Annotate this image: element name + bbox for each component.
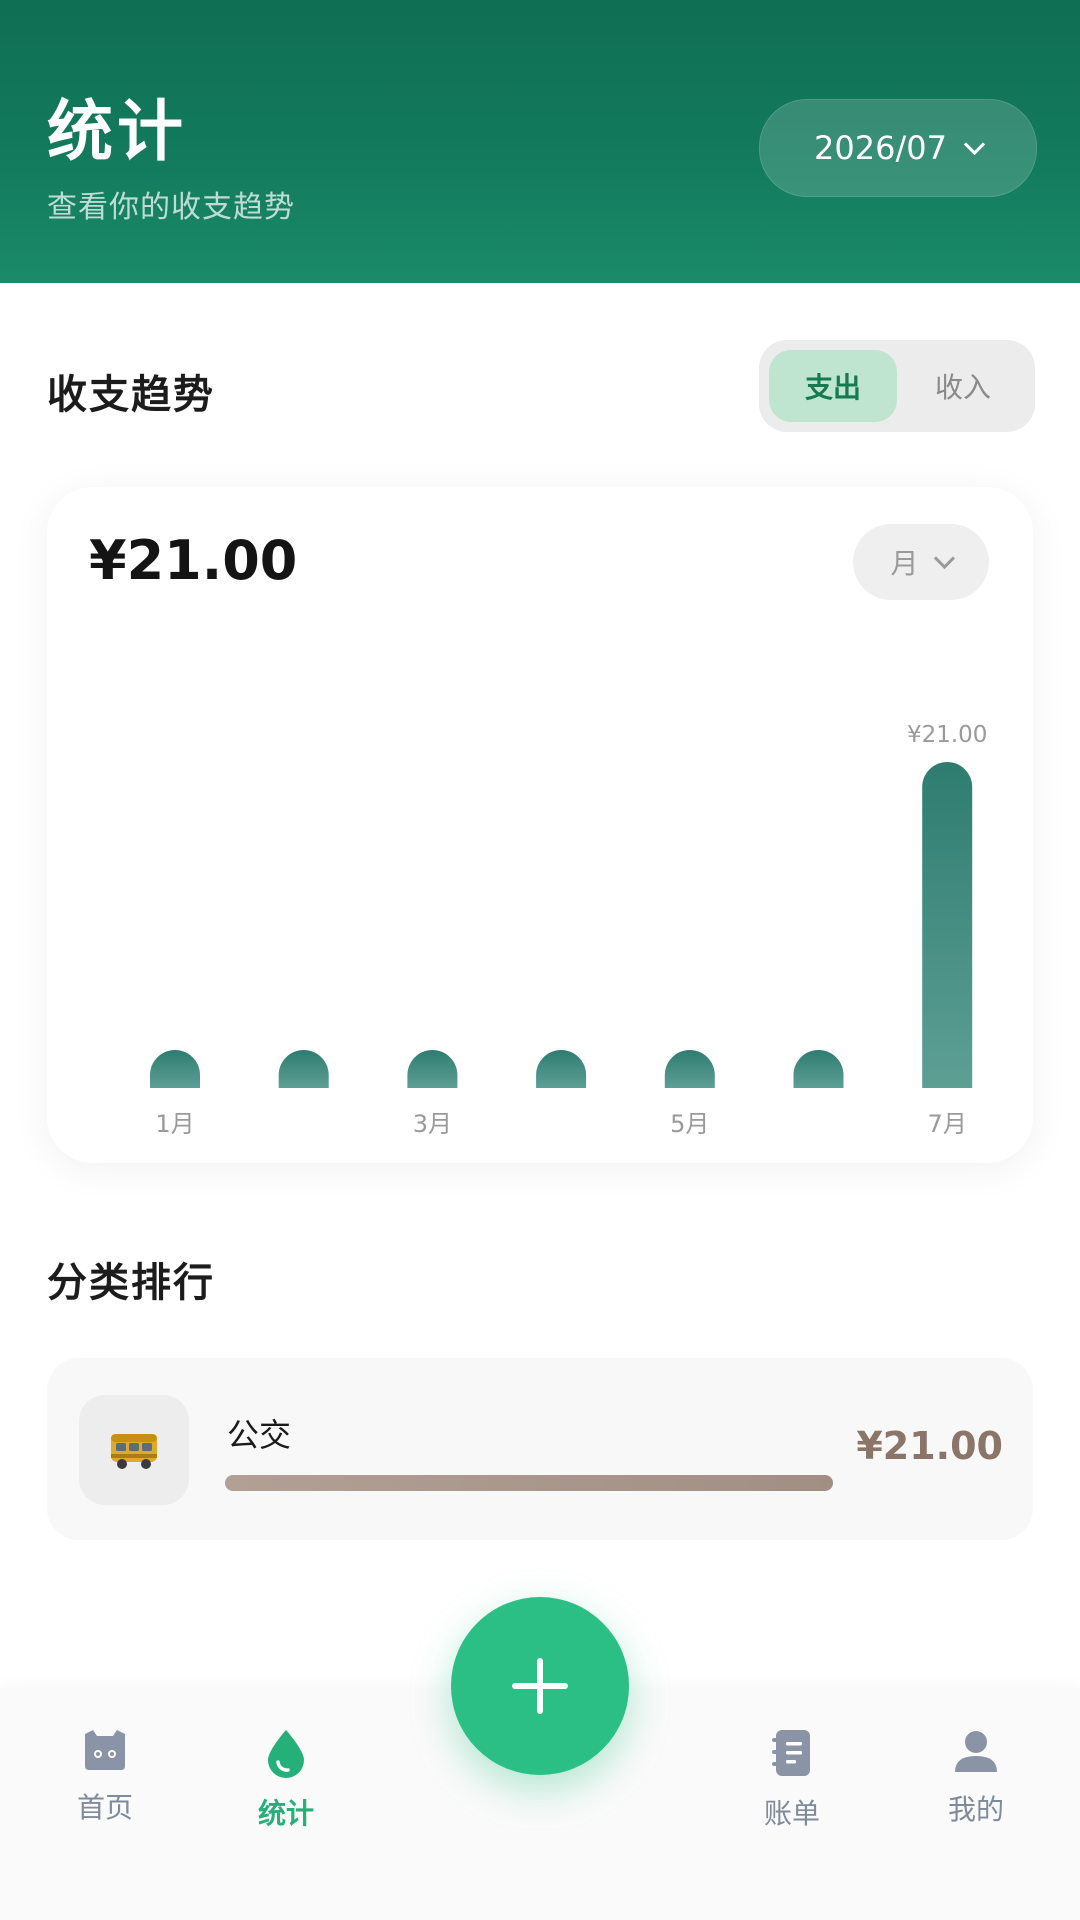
category-icon-box <box>79 1395 189 1505</box>
bus-icon <box>111 1434 157 1469</box>
type-toggle: 支出 收入 <box>759 340 1035 432</box>
chart-bar <box>922 762 973 1088</box>
chart-bar <box>793 1050 844 1088</box>
tab-home[interactable]: 首页 <box>35 1728 175 1826</box>
x-tick-label: 7月 <box>928 1110 967 1138</box>
category-share-bar <box>225 1475 833 1491</box>
chart-bar <box>664 1050 715 1088</box>
category-share-track <box>225 1475 833 1491</box>
chart-bar <box>536 1050 587 1088</box>
toggle-income[interactable]: 收入 <box>899 350 1027 422</box>
plus-icon <box>512 1658 568 1714</box>
month-picker-value: 2026/07 <box>814 129 947 167</box>
page-title: 统计 <box>47 93 187 170</box>
notebook-icon <box>772 1730 810 1776</box>
tab-profile-label: 我的 <box>947 1793 1004 1826</box>
chart-bar <box>407 1050 458 1088</box>
tab-bills[interactable]: 账单 <box>722 1728 862 1832</box>
month-picker-button[interactable]: 2026/07 <box>759 99 1037 197</box>
add-record-button[interactable] <box>451 1597 629 1775</box>
trend-chart-card: ¥21.00 月 1月 3月 5月 7月 ¥21.00 <box>47 487 1033 1163</box>
bar-value-label: ¥21.00 <box>907 722 987 748</box>
x-tick-label: 5月 <box>670 1110 709 1138</box>
tab-bills-label: 账单 <box>763 1797 820 1830</box>
chart-bar <box>150 1050 200 1088</box>
x-tick-label: 3月 <box>413 1110 452 1138</box>
page-subtitle: 查看你的收支趋势 <box>47 190 295 225</box>
trend-section-title: 收支趋势 <box>47 372 215 418</box>
tab-stats[interactable]: 统计 <box>216 1728 356 1832</box>
drop-icon <box>268 1730 304 1778</box>
chart-bar <box>278 1050 329 1088</box>
trend-bar-chart: 1月 3月 5月 7月 ¥21.00 <box>150 722 987 1138</box>
toggle-expense[interactable]: 支出 <box>769 350 897 422</box>
ranking-item[interactable]: 公交 ¥21.00 <box>47 1358 1033 1540</box>
person-icon <box>955 1731 997 1772</box>
tab-home-label: 首页 <box>76 1791 133 1824</box>
tab-stats-label: 统计 <box>257 1797 314 1830</box>
chevron-down-icon <box>963 133 986 155</box>
ranking-section-title: 分类排行 <box>47 1260 215 1306</box>
category-name: 公交 <box>227 1416 292 1454</box>
category-amount: ¥21.00 <box>856 1424 1003 1468</box>
x-tick-label: 1月 <box>155 1110 194 1138</box>
tab-profile[interactable]: 我的 <box>906 1728 1046 1828</box>
header: 统计 查看你的收支趋势 2026/07 <box>0 0 1080 283</box>
home-cat-icon <box>85 1730 125 1770</box>
